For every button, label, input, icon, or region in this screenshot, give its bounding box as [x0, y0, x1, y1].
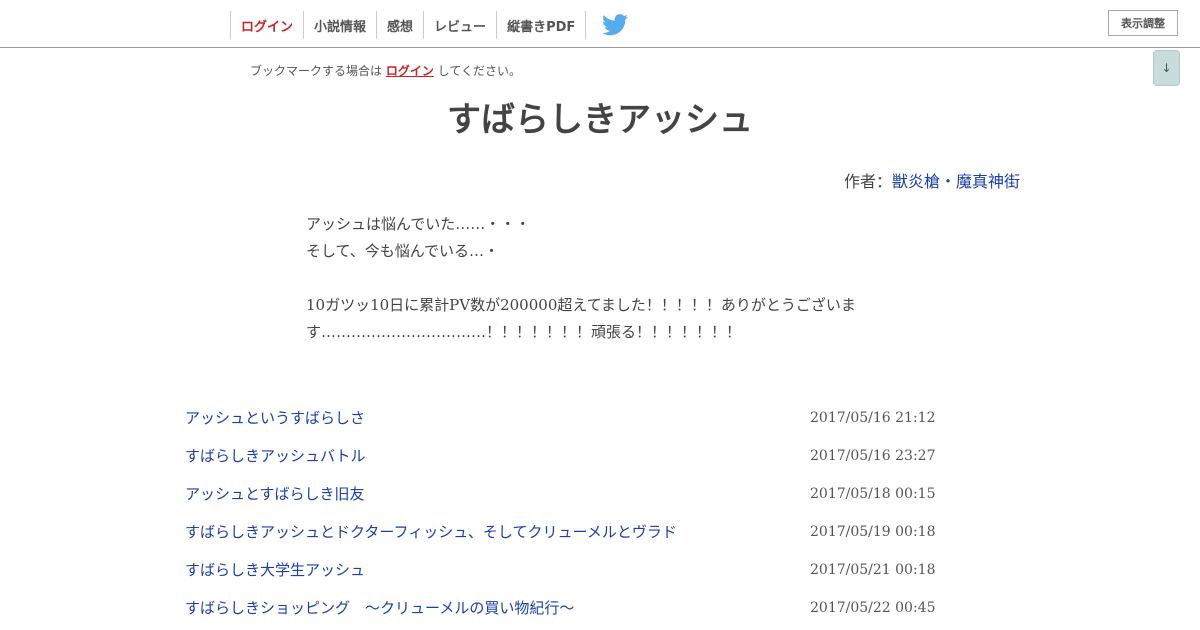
- nav-login-link[interactable]: ログイン: [230, 11, 303, 39]
- synopsis-line: す……………………………！！！！！！！頑張る！！！！！！！: [306, 323, 742, 341]
- bookmark-login-link[interactable]: ログイン: [386, 64, 434, 78]
- chapter-row: すばらしきアッシュバトル 2017/05/16 23:27: [185, 437, 945, 475]
- nav-impressions-link[interactable]: 感想: [376, 11, 423, 39]
- chapter-title-link[interactable]: すばらしきアッシュバトル: [185, 437, 365, 475]
- twitter-bird-icon: [602, 14, 629, 36]
- chapter-title-link[interactable]: すばらしきアッシュとドクターフィッシュ、そしてクリューメルとヴラド: [185, 513, 677, 551]
- chapter-row: すばらしきショッピング ～クリューメルの買い物紀行～ 2017/05/22 00…: [185, 589, 945, 627]
- chapter-title-link[interactable]: すばらしき大学生アッシュ: [185, 551, 365, 589]
- chapter-title-link[interactable]: アッシュというすばらしさ: [185, 399, 365, 437]
- chapter-title-link[interactable]: アッシュとすばらしき旧友: [185, 475, 365, 513]
- chapter-row: すばらしきアッシュとドクターフィッシュ、そしてクリューメルとヴラド 2017/0…: [185, 513, 945, 551]
- bookmark-notice-suffix: してください。: [437, 64, 521, 78]
- scroll-down-button[interactable]: ↓: [1153, 50, 1180, 86]
- chapter-row: アッシュというすばらしさ 2017/05/16 21:12: [185, 399, 945, 437]
- author-line: 作者：獣炎槍・魔真神街: [844, 168, 1020, 192]
- author-label: 作者：: [843, 172, 892, 191]
- synopsis-line: アッシュは悩んでいた……・・・: [306, 215, 531, 233]
- bookmark-notice-prefix: ブックマークする場合は: [250, 64, 383, 78]
- chapter-date: 2017/05/16 21:12: [810, 410, 936, 426]
- nav-review-link[interactable]: レビュー: [423, 11, 496, 39]
- nav-novel-info-link[interactable]: 小説情報: [303, 11, 376, 39]
- chapter-date: 2017/05/19 00:18: [810, 524, 936, 540]
- novel-title: すばらしきアッシュ: [447, 100, 753, 140]
- chapter-title-link[interactable]: すばらしきショッピング ～クリューメルの買い物紀行～: [185, 589, 574, 627]
- author-name-link[interactable]: 獣炎槍・魔真神街: [892, 172, 1020, 191]
- chapter-date: 2017/05/18 00:15: [810, 486, 936, 502]
- chapter-list: アッシュというすばらしさ 2017/05/16 21:12 すばらしきアッシュバ…: [185, 399, 945, 627]
- chapter-date: 2017/05/16 23:27: [810, 448, 936, 464]
- header-nav: ログイン 小説情報 感想 レビュー 縦書きPDF: [230, 11, 629, 39]
- chapter-date: 2017/05/21 00:18: [810, 562, 936, 578]
- top-navigation-bar: ログイン 小説情報 感想 レビュー 縦書きPDF 表示調整: [0, 0, 1200, 48]
- synopsis-blank-line: [306, 265, 846, 292]
- bookmark-notice: ブックマークする場合は ログイン してください。: [250, 62, 521, 79]
- chapter-row: アッシュとすばらしき旧友 2017/05/18 00:15: [185, 475, 945, 513]
- display-settings-button[interactable]: 表示調整: [1108, 10, 1178, 36]
- nav-vertical-pdf-link[interactable]: 縦書きPDF: [496, 11, 587, 39]
- chapter-date: 2017/05/22 00:45: [810, 600, 936, 616]
- arrow-down-icon: ↓: [1161, 61, 1172, 75]
- synopsis: アッシュは悩んでいた……・・・ そして、今も悩んでいる…・ 10ガツッ10日に累…: [306, 211, 856, 346]
- chapter-row: すばらしき大学生アッシュ 2017/05/21 00:18: [185, 551, 945, 589]
- synopsis-line: 10ガツッ10日に累計PV数が200000超えてました！！！！！ありがとうござい…: [306, 296, 856, 314]
- synopsis-line: そして、今も悩んでいる…・: [306, 242, 500, 260]
- twitter-share-button[interactable]: [586, 11, 629, 39]
